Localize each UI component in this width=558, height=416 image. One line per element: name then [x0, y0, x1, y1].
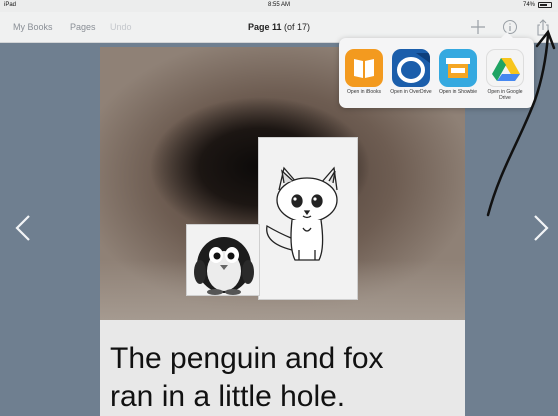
fox-drawing[interactable]	[258, 137, 358, 300]
open-in-ibooks-button[interactable]: Open in iBooks	[343, 49, 385, 95]
add-icon[interactable]	[470, 19, 486, 40]
battery-status: 74%	[523, 2, 552, 8]
clock: 8:55 AM	[267, 2, 290, 8]
penguin-drawing[interactable]	[186, 224, 260, 296]
app-label: Open in iBooks	[347, 89, 381, 95]
page-count: (of 17)	[284, 22, 311, 32]
app-label: Open in Showbie	[438, 89, 478, 95]
battery-percent: 74%	[522, 2, 535, 8]
open-in-google-drive-button[interactable]: Open in Google Drive	[484, 49, 526, 101]
app-label: Open in OverDrive	[390, 89, 432, 95]
overdrive-icon	[392, 49, 430, 87]
status-bar: iPad 8:55 AM 74%	[0, 0, 558, 12]
story-text-box[interactable]: The penguin and fox ran in a little hole…	[100, 320, 465, 416]
story-text: The penguin and fox ran in a little hole…	[110, 340, 460, 416]
battery-icon	[538, 2, 552, 8]
share-popover: Open in iBooks Open in OverDrive Open in…	[339, 32, 534, 108]
page-number: Page 11	[247, 22, 282, 32]
story-line-2: ran in a little hole.	[110, 380, 346, 413]
open-in-overdrive-button[interactable]: Open in OverDrive	[390, 49, 432, 95]
showbie-icon	[439, 49, 477, 87]
open-in-showbie-button[interactable]: Open in Showbie	[437, 49, 479, 95]
ibooks-icon	[345, 49, 383, 87]
previous-page-arrow-icon[interactable]	[13, 212, 33, 244]
share-icon[interactable]	[536, 19, 550, 41]
next-page-arrow-icon[interactable]	[531, 212, 551, 244]
story-line-1: The penguin and fox	[110, 342, 384, 375]
google-drive-icon	[486, 49, 524, 87]
app-label: Open in Google Drive	[487, 89, 523, 101]
